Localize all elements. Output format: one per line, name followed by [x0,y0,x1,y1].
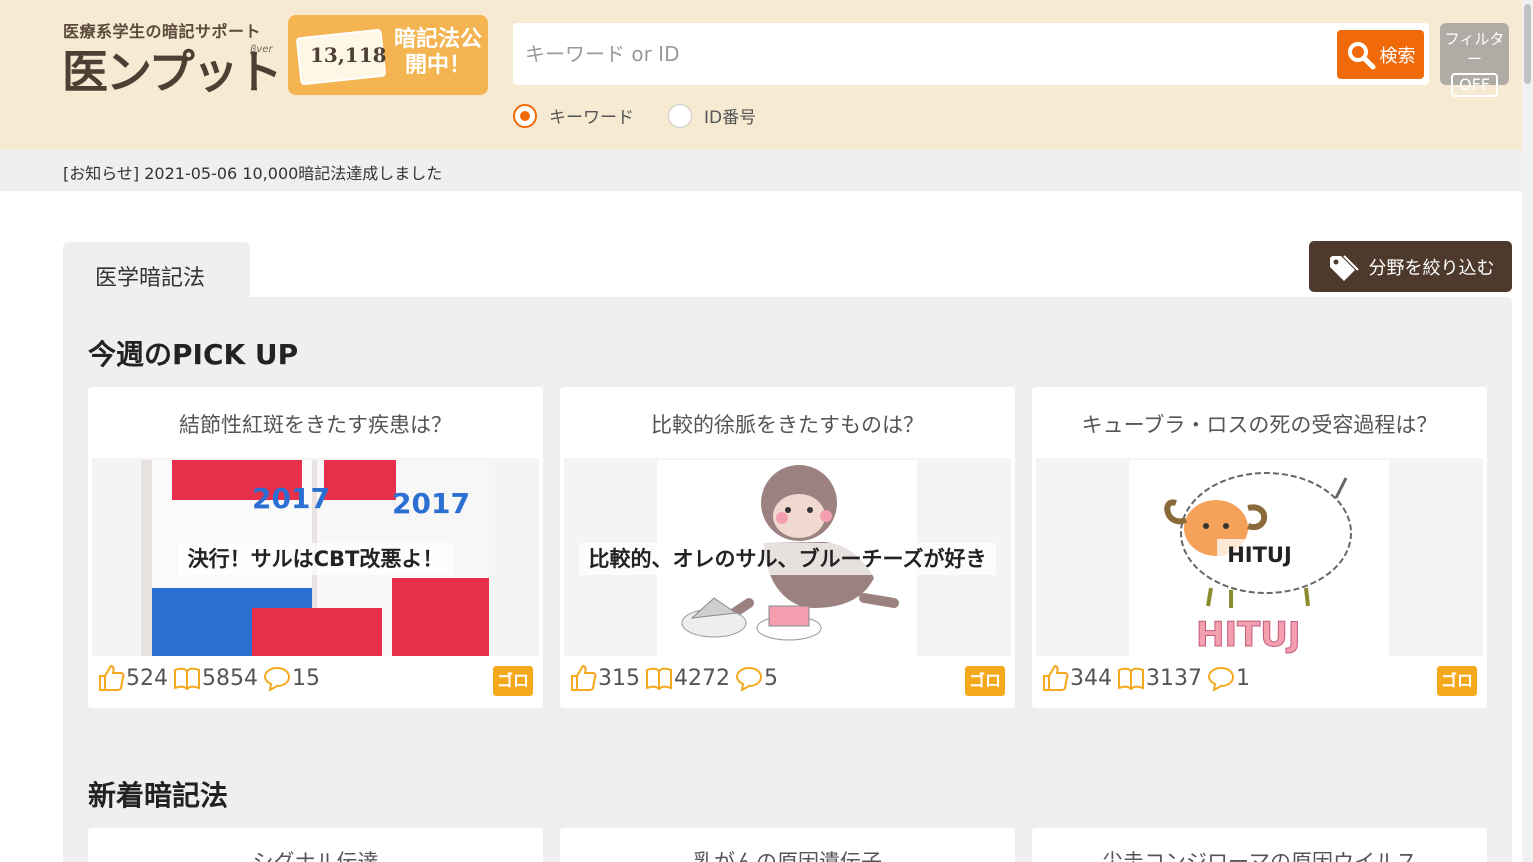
card-stats: 524 5854 15 [96,663,320,693]
pickup-card[interactable]: 比較的徐脈をきたすものは？ 比較的、オレのサル、ブルーチーズが好き 315 42… [560,387,1015,708]
new-card[interactable]: 尖圭コンジローマの原因ウイルス [1032,828,1487,862]
goro-badge: ゴロ [965,666,1005,696]
promo-text: 暗記法公開中！ [393,27,482,78]
card-title: 比較的徐脈をきたすものは？ [651,413,924,437]
goro-badge: ゴロ [493,666,533,696]
logo[interactable]: 医ンプット [62,36,283,102]
logo-version: βver [250,44,273,55]
radio-keyword[interactable]: キーワード [513,103,634,128]
header: 医療系学生の暗記サポート 医ンプット βver 13,118 暗記法公開中！ 検… [0,0,1533,150]
search-input[interactable] [525,35,1325,73]
new-card[interactable]: 乳がんの原因遺伝子 [560,828,1015,862]
notice-bar: [お知らせ] 2021-05-06 10,000暗記法達成しました [0,150,1533,191]
comments-count: 1 [1236,665,1250,691]
filter-toggle[interactable]: フィルター OFF [1440,23,1509,97]
search-button[interactable]: 検索 [1337,30,1424,79]
scrollbar-thumb[interactable] [1524,4,1531,84]
likes-count: 344 [1070,665,1112,691]
radio-keyword-label: キーワード [549,108,634,128]
new-title: 新着暗記法 [88,779,229,812]
radio-id[interactable]: ID番号 [668,103,756,128]
search-icon [1347,41,1375,69]
search-mode-radios: キーワード ID番号 [513,103,756,128]
views-count: 3137 [1146,665,1202,691]
thumbs-up-icon[interactable] [96,663,126,693]
radio-keyword-circle[interactable] [513,103,537,128]
filter-category-label: 分野を絞り込む [1368,257,1495,279]
card-caption: 比較的、オレのサル、ブルーチーズが好き [564,543,1011,575]
notice-text[interactable]: [お知らせ] 2021-05-06 10,000暗記法達成しました [63,160,442,184]
comment-icon [735,666,763,692]
filter-state: OFF [1451,73,1498,97]
svg-text:2017: 2017 [392,487,470,520]
scrollbar-track[interactable] [1522,0,1533,862]
card-stats: 315 4272 5 [568,663,778,693]
pickup-card[interactable]: 結節性紅斑をきたす疾患は？ 2017 2017 決行！サルはCBT改悪よ！ 52… [88,387,543,708]
comment-icon [263,666,291,692]
radio-id-circle[interactable] [668,103,692,128]
book-icon [174,667,200,691]
card-caption: HITUJ [1036,539,1483,571]
new-card[interactable]: シグナル伝達 [88,828,543,862]
card-title: シグナル伝達 [252,850,379,862]
svg-text:2017: 2017 [252,482,330,515]
card-title: 尖圭コンジローマの原因ウイルス [1102,850,1417,862]
tab-medical[interactable]: 医学暗記法 [63,242,250,298]
comments-count: 15 [292,665,320,691]
card-caption-text: HITUJ [1217,539,1302,571]
tag-icon [1329,254,1359,281]
card-stats: 344 3137 1 [1040,663,1250,693]
views-count: 5854 [202,665,258,691]
views-count: 4272 [674,665,730,691]
card-caption-text: 決行！サルはCBT改悪よ！ [177,543,454,575]
card-title: 結節性紅斑をきたす疾患は？ [179,413,452,437]
search-button-label: 検索 [1379,45,1416,67]
book-icon [646,667,672,691]
filter-category-button[interactable]: 分野を絞り込む [1309,241,1512,292]
pickup-title: 今週のPICK UP [88,338,299,371]
radio-id-label: ID番号 [704,108,757,128]
card-image: 比較的、オレのサル、ブルーチーズが好き [564,458,1011,656]
card-title: 乳がんの原因遺伝子 [693,850,882,862]
filter-label: フィルター [1444,30,1505,68]
card-caption-text: 比較的、オレのサル、ブルーチーズが好き [578,543,997,575]
search-box: 検索 [513,23,1429,85]
card-title: キューブラ・ロスの死の受容過程は？ [1081,413,1438,437]
promo-count: 13,118 [310,43,387,67]
likes-count: 315 [598,665,640,691]
thumbs-up-icon[interactable] [568,663,598,693]
pickup-card[interactable]: キューブラ・ロスの死の受容過程は？ HITUJ HITUJ 344 3137 1… [1032,387,1487,708]
thumbs-up-icon[interactable] [1040,663,1070,693]
card-image: 2017 2017 決行！サルはCBT改悪よ！ [92,458,539,656]
book-icon [1118,667,1144,691]
promo-banner[interactable]: 13,118 暗記法公開中！ [288,15,488,95]
comment-icon [1207,666,1235,692]
svg-text:HITUJ: HITUJ [1196,615,1301,655]
likes-count: 524 [126,665,168,691]
comments-count: 5 [764,665,778,691]
goro-badge: ゴロ [1437,666,1477,696]
card-caption: 決行！サルはCBT改悪よ！ [92,543,539,575]
card-image: HITUJ HITUJ [1036,458,1483,656]
